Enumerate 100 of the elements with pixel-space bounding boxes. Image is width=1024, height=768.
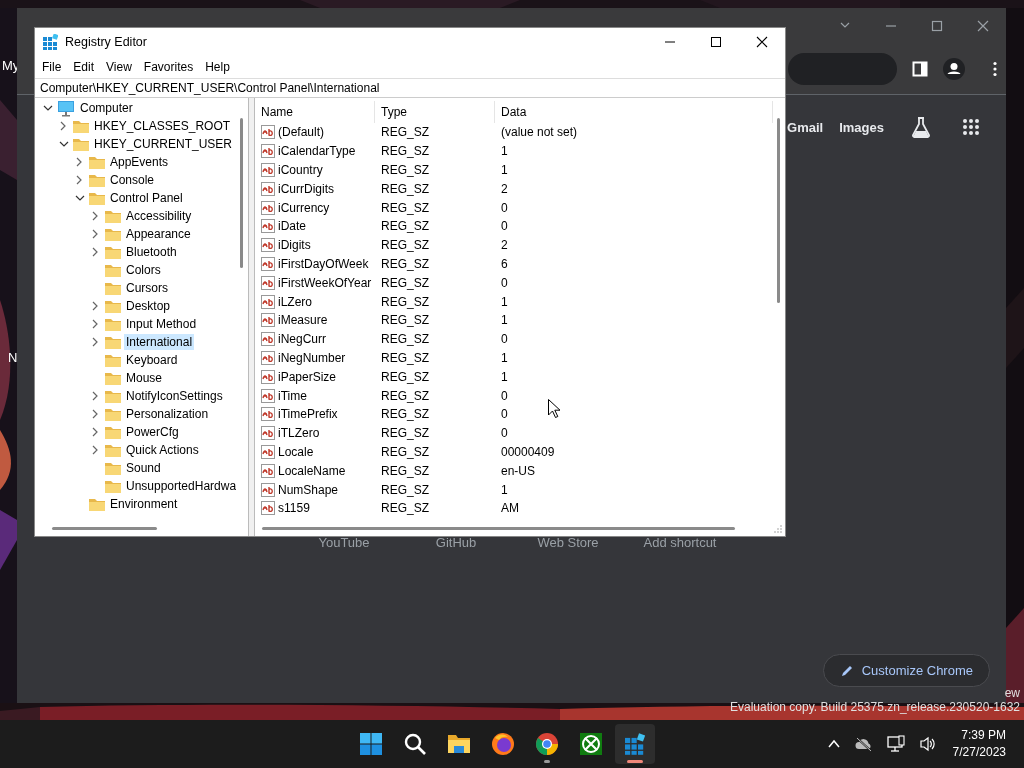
value-name[interactable]: iDate [278,219,306,234]
value-type: REG_SZ [381,463,429,478]
tree-item[interactable]: HKEY_CLASSES_ROOT [92,118,233,134]
tree-item[interactable]: NotifyIconSettings [124,388,225,404]
value-type: REG_SZ [381,181,429,196]
menu-item[interactable]: Help [199,60,236,74]
apps-grid-icon[interactable] [962,118,980,136]
tree-item[interactable]: Accessibility [124,208,194,224]
volume-icon[interactable] [918,736,937,752]
menu-item[interactable]: View [100,60,138,74]
column-header[interactable]: Data [495,101,773,123]
tree-item[interactable]: HKEY_CURRENT_USER [92,136,235,152]
value-type: REG_SZ [381,200,429,215]
flask-icon[interactable] [910,116,932,138]
network-icon[interactable] [886,735,905,753]
chevron-down-icon[interactable] [75,193,85,203]
shortcut-label[interactable]: GitHub [435,535,477,550]
tree-item[interactable]: PowerCfg [124,424,181,440]
scrollbar-thumb[interactable] [262,527,735,530]
value-data: 1 [501,369,508,384]
value-name[interactable]: iPaperSize [278,369,337,384]
value-name[interactable]: iDigits [278,238,311,253]
value-name[interactable]: NumShape [278,482,339,497]
value-data: 00000409 [501,444,555,459]
value-name[interactable]: iCurrDigits [278,181,334,196]
value-name[interactable]: (Default) [278,125,324,140]
tree-item[interactable]: Cursors [124,280,170,296]
tree-item[interactable]: AppEvents [108,154,171,170]
string-value-icon [261,350,275,365]
registry-icon [623,732,647,756]
scrollbar-thumb[interactable] [240,118,243,268]
value-name[interactable]: iFirstDayOfWeek [278,256,369,271]
tree-item[interactable]: Input Method [124,316,199,332]
tree-item[interactable]: Computer [78,100,135,116]
string-value-icon [261,238,275,253]
value-data: 0 [501,200,508,215]
value-name[interactable]: iTimePrefix [278,407,338,422]
folder-icon [105,263,121,277]
tree-item[interactable]: Bluetooth [124,244,179,260]
tree-item[interactable]: Console [108,172,157,188]
clock-time[interactable]: 7:39 PM [952,727,1006,744]
value-data: 1 [501,482,508,497]
tree-item[interactable]: Desktop [124,298,173,314]
value-name[interactable]: iCalendarType [278,144,356,159]
scrollbar-thumb[interactable] [52,527,157,530]
resize-grip-icon[interactable] [774,525,782,533]
value-data: 6 [501,256,508,271]
value-name[interactable]: iFirstWeekOfYear [278,275,372,290]
tree-item[interactable]: Personalization [124,406,211,422]
value-name[interactable]: s1159 [278,501,310,516]
folder-icon [105,479,121,493]
value-name[interactable]: iTime [278,388,307,403]
menu-icon[interactable] [992,61,998,77]
value-name[interactable]: iCountry [278,163,323,177]
tree-item[interactable]: Keyboard [124,352,180,368]
tree-item[interactable]: Control Panel [108,190,185,206]
tree-item[interactable]: Mouse [124,370,165,386]
profile-icon[interactable] [943,58,965,80]
column-header[interactable]: Type [375,101,495,123]
value-type: REG_SZ [381,144,429,159]
tree-item[interactable]: Colors [124,262,163,278]
value-name[interactable]: iMeasure [278,313,328,328]
close-icon[interactable] [756,36,768,48]
value-type: REG_SZ [381,426,429,441]
tree-item[interactable]: Environment [108,496,180,512]
menu-item[interactable]: Favorites [137,60,200,74]
customize-button[interactable]: Customize Chrome [822,654,990,687]
chevron-down-icon[interactable] [59,139,69,149]
shortcut-label[interactable]: YouTube [318,535,370,550]
column-header[interactable]: Name [255,101,375,123]
value-name[interactable]: iLZero [278,294,312,309]
shortcut-label[interactable]: Web Store [537,535,599,550]
string-value-icon [261,256,275,271]
value-type: REG_SZ [381,125,429,140]
value-name[interactable]: Locale [278,444,314,459]
address-field[interactable]: Computer\HKEY_CURRENT_USER\Control Panel\International [35,78,785,98]
value-name[interactable]: iNegCurr [278,332,326,347]
cloud-off-icon[interactable] [854,736,873,752]
header-link[interactable]: Gmail [787,119,824,135]
tree-item[interactable]: Sound [124,460,163,476]
tree-item[interactable]: UnsupportedHardwa [124,478,236,494]
header-link[interactable]: Images [839,119,884,135]
menu-item[interactable]: File [36,60,68,74]
folder-icon [105,299,121,313]
tree-item[interactable]: Quick Actions [124,442,201,458]
folder-icon [105,353,121,367]
clock-date[interactable]: 7/27/2023 [952,744,1006,761]
menu-item[interactable]: Edit [67,60,101,74]
string-value-icon [261,501,275,516]
tree-item[interactable]: International [124,334,195,350]
scrollbar-thumb[interactable] [777,118,780,303]
chevron-down-icon[interactable] [43,103,53,113]
maximize-icon[interactable] [710,36,722,48]
value-name[interactable]: iTLZero [278,426,320,441]
value-name[interactable]: iNegNumber [278,350,346,365]
value-name[interactable]: LocaleName [278,463,346,478]
tree-item[interactable]: Appearance [124,226,193,242]
shortcut-label[interactable]: Add shortcut [643,535,717,550]
value-name[interactable]: iCurrency [278,200,330,215]
side-panel-icon[interactable] [912,61,928,77]
